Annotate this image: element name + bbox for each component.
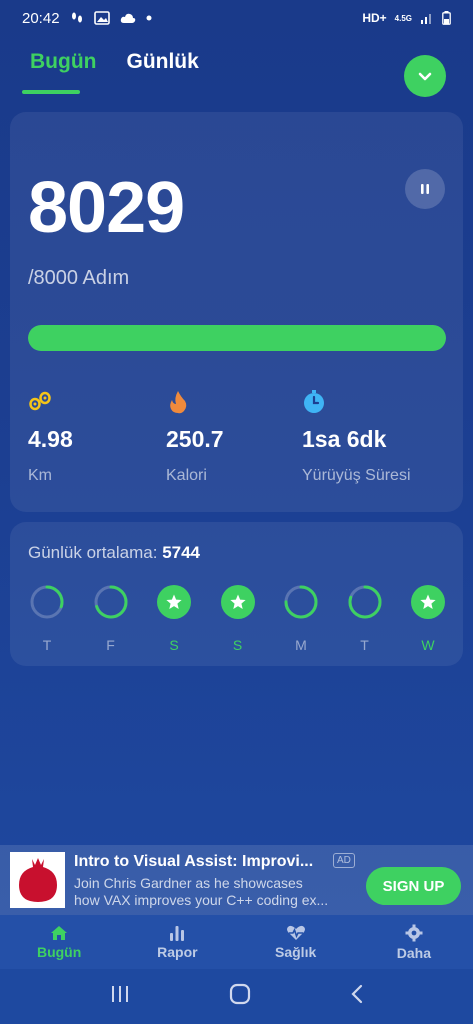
nav-label-report: Rapor	[157, 943, 198, 960]
calories-label: Kalori	[166, 467, 207, 484]
home-icon	[51, 925, 68, 940]
day-progress-ring	[30, 585, 64, 619]
nav-item-more[interactable]: Daha	[355, 915, 473, 969]
nav-item-today[interactable]: Bugün	[0, 915, 118, 969]
weekday-3[interactable]: S	[219, 584, 257, 653]
pomegranate-logo-icon	[18, 858, 57, 902]
back-button[interactable]	[350, 984, 364, 1009]
daily-average: Günlük ortalama: 5744	[28, 543, 200, 563]
pause-button[interactable]	[405, 169, 445, 209]
weekday-label: S	[169, 637, 179, 653]
day-progress-ring	[284, 585, 318, 619]
distance-label: Km	[28, 467, 52, 484]
ad-body-line-1: Join Chris Gardner as he showcases	[74, 875, 303, 891]
expand-button[interactable]	[404, 55, 446, 97]
bar-chart-icon	[170, 925, 185, 941]
ad-sign-up-button[interactable]: SIGN UP	[366, 867, 461, 905]
back-icon	[350, 984, 362, 1004]
active-tab-indicator	[22, 90, 80, 94]
weekday-label: T	[42, 637, 52, 653]
recent-apps-icon	[111, 986, 128, 1002]
tab-today[interactable]: Bugün	[30, 50, 96, 74]
day-progress-ring	[94, 585, 127, 619]
weekday-label: W	[421, 637, 435, 653]
weekday-label: M	[295, 637, 307, 653]
ad-badge: AD	[333, 853, 355, 868]
weekday-6[interactable]: W	[409, 584, 447, 653]
daily-average-value: 5744	[162, 543, 201, 562]
ad-title: Intro to Visual Assist: Improvi...	[74, 853, 314, 870]
steps-card: 8029 /8000 Adım 4.98 Km 250.7 Kalori 1sa…	[10, 112, 463, 512]
home-button[interactable]	[229, 983, 251, 1010]
home-circle-icon	[229, 983, 250, 1005]
dot-notification-icon	[146, 15, 152, 21]
daily-average-label: Günlük ortalama:	[28, 543, 158, 562]
flame-icon	[166, 390, 190, 414]
ad-body: Join Chris Gardner as he showcases how V…	[74, 875, 359, 909]
gear-icon	[405, 924, 423, 941]
nav-item-report[interactable]: Rapor	[118, 915, 236, 969]
step-count: 8029	[28, 168, 185, 248]
recent-apps-button[interactable]	[110, 985, 130, 1008]
calories-value: 250.7	[166, 426, 224, 452]
ad-body-line-2: how VAX improves your C++ coding ex...	[74, 892, 329, 908]
ad-thumbnail	[10, 852, 65, 908]
distance-value: 4.98	[28, 426, 73, 452]
network-type-label: 4.5G	[394, 13, 412, 23]
bottom-navigation: Bugün Rapor Sağlık Daha	[0, 915, 473, 969]
gallery-notification-icon	[93, 11, 110, 25]
status-time: 20:42	[22, 9, 60, 27]
network-label: HD+	[362, 11, 387, 25]
weekday-4[interactable]: M	[282, 584, 320, 653]
weekday-0[interactable]: T	[28, 584, 66, 653]
nav-label-today: Bugün	[36, 943, 82, 960]
step-progress-fill	[28, 325, 446, 351]
signal-icon	[420, 12, 434, 24]
goal-star-icon	[220, 585, 255, 619]
stat-calories: 250.7 Kalori	[166, 390, 296, 485]
weekday-label: T	[360, 637, 369, 653]
goal-star-icon	[411, 585, 445, 619]
weekday-5[interactable]: T	[346, 584, 384, 653]
weekday-label: F	[106, 637, 115, 653]
footsteps-notification-icon	[70, 11, 84, 25]
nav-item-health[interactable]: Sağlık	[237, 915, 355, 969]
step-goal: /8000 Adım	[28, 267, 130, 289]
battery-icon	[442, 11, 451, 25]
footsteps-icon	[28, 390, 52, 414]
tab-daily[interactable]: Günlük	[126, 50, 198, 74]
walking-time-label: Yürüyüş Süresi	[302, 467, 411, 484]
nav-label-more: Daha	[396, 944, 431, 961]
heart-pulse-icon	[286, 925, 305, 940]
weekday-label: S	[232, 637, 243, 653]
status-bar: 20:42 HD+ 4.5G	[0, 0, 473, 36]
chevron-down-icon	[418, 72, 432, 81]
step-progress-bar	[28, 325, 446, 351]
daily-average-card: Günlük ortalama: 5744 T F S S M T W	[10, 522, 463, 666]
goal-star-icon	[157, 585, 191, 619]
timer-icon	[302, 390, 326, 414]
system-navigation-bar	[0, 969, 473, 1024]
weekday-1[interactable]: F	[92, 584, 130, 653]
pause-icon	[421, 184, 429, 194]
stat-walking-time: 1sa 6dk Yürüyüş Süresi	[302, 390, 462, 485]
cloud-notification-icon	[120, 12, 136, 24]
ad-banner[interactable]: Intro to Visual Assist: Improvi... AD Jo…	[0, 845, 473, 915]
top-tabs: Bugün Günlük	[30, 50, 199, 74]
stat-distance: 4.98 Km	[28, 390, 158, 485]
weekday-2[interactable]: S	[155, 584, 193, 653]
walking-time-value: 1sa 6dk	[302, 426, 387, 452]
day-progress-ring	[348, 585, 381, 619]
weekday-progress-row: TFSSMTW	[28, 584, 448, 654]
nav-label-health: Sağlık	[275, 943, 317, 960]
